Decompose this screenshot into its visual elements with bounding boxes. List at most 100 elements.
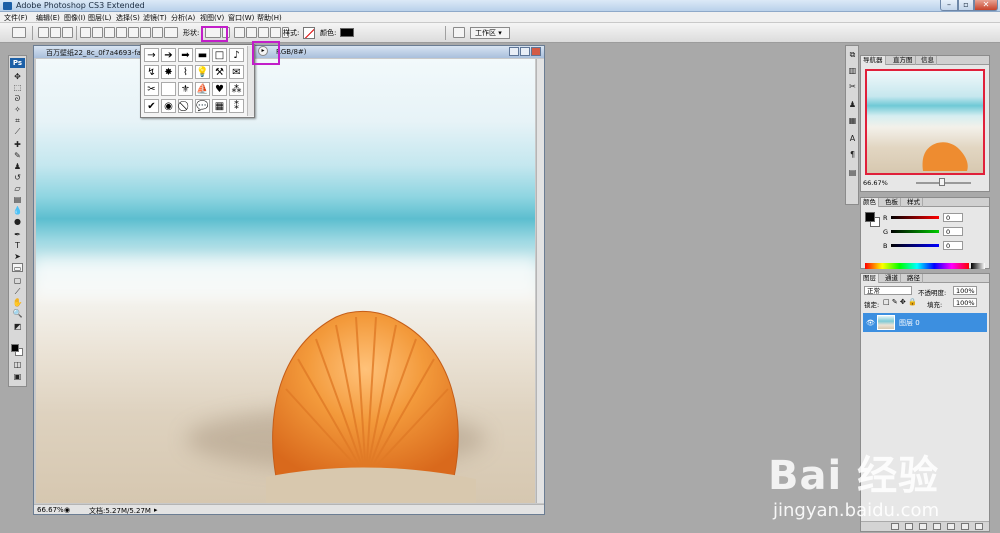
adjustment-layer-icon[interactable] (933, 523, 941, 530)
shape-cell[interactable]: ↯ (144, 65, 159, 79)
image-canvas[interactable] (36, 59, 535, 503)
fill-pixels-button[interactable] (62, 27, 73, 38)
paths-button[interactable] (50, 27, 61, 38)
foreground-color-swatch[interactable] (11, 344, 19, 352)
rounded-rect-tool-icon[interactable] (116, 27, 127, 38)
tab-swatches[interactable]: 色板 (883, 198, 901, 207)
subtract-shape-icon[interactable] (258, 27, 269, 38)
slice-tool-icon[interactable]: ⟋ (12, 127, 23, 136)
layer-mask-icon[interactable] (919, 523, 927, 530)
shape-cell[interactable]: ▬ (195, 48, 210, 62)
grayscale-ramp[interactable] (971, 263, 985, 269)
menu-select[interactable]: 选择(S) (116, 13, 140, 23)
menu-help[interactable]: 帮助(H) (257, 13, 282, 23)
rectangle-tool-icon[interactable] (104, 27, 115, 38)
shape-cell[interactable]: ⚒ (212, 65, 227, 79)
shape-layers-button[interactable] (38, 27, 49, 38)
lock-icons[interactable]: □ ✎ ✥ 🔒 (883, 298, 917, 306)
tab-channels[interactable]: 通道 (883, 274, 901, 283)
status-menu-arrow[interactable]: ▸ (154, 506, 158, 514)
type-tool-icon[interactable]: T (12, 241, 23, 250)
shape-cell[interactable]: ✸ (161, 65, 176, 79)
color-panel-foreground[interactable] (865, 212, 875, 222)
pen-tool-icon[interactable] (80, 27, 91, 38)
shape-cell[interactable]: ♥ (212, 82, 227, 96)
character-dock-icon[interactable]: A (848, 134, 857, 143)
shape-cell[interactable]: ✂ (144, 82, 159, 96)
ellipse-tool-icon[interactable] (128, 27, 139, 38)
tab-styles[interactable]: 样式 (905, 198, 923, 207)
shape-cell[interactable]: ♪ (229, 48, 244, 62)
shape-cell[interactable]: □ (212, 48, 227, 62)
green-slider[interactable] (891, 230, 939, 233)
shape-cell[interactable]: ⛵ (195, 82, 210, 96)
shape-cell[interactable]: ⁑ (229, 99, 244, 113)
menu-filter[interactable]: 滤镜(T) (143, 13, 167, 23)
tool-presets-dock-icon[interactable]: ▦ (848, 116, 857, 125)
doc-minimize-button[interactable] (509, 47, 519, 56)
minimize-button[interactable]: – (940, 0, 958, 11)
layer-style-icon[interactable] (905, 523, 913, 530)
tool-preset-picker[interactable] (12, 27, 26, 38)
path-selection-icon[interactable]: ➤ (12, 252, 23, 261)
shape-cell[interactable]: ⃠ (178, 99, 193, 113)
navigator-zoom-knob[interactable] (939, 178, 945, 186)
layer-name[interactable]: 图层 0 (899, 318, 920, 328)
add-to-shape-icon[interactable] (246, 27, 257, 38)
shape-cell[interactable]: 💬 (195, 99, 210, 113)
color-swatch[interactable] (340, 28, 354, 37)
navigator-zoom-value[interactable]: 66.67% (863, 179, 888, 187)
screen-mode-icon[interactable]: ▣ (12, 372, 23, 381)
clone-source-dock-icon[interactable]: ♟ (848, 100, 857, 109)
link-layers-icon[interactable] (891, 523, 899, 530)
menu-window[interactable]: 窗口(W) (228, 13, 254, 23)
red-value[interactable]: 0 (943, 213, 963, 222)
blue-value[interactable]: 0 (943, 241, 963, 250)
polygon-tool-icon[interactable] (140, 27, 151, 38)
trash-icon[interactable] (975, 523, 983, 530)
new-layer-icon[interactable] (961, 523, 969, 530)
dodge-tool-icon[interactable]: ● (12, 217, 23, 226)
histogram-dock-icon[interactable]: ▥ (848, 66, 857, 75)
layer-row[interactable]: 👁 图层 0 (863, 313, 987, 332)
navigator-preview[interactable] (865, 69, 985, 175)
tab-color[interactable]: 颜色 (861, 198, 879, 207)
brushes-dock-icon[interactable]: ✂ (848, 82, 857, 91)
menu-file[interactable]: 文件(F) (4, 13, 28, 23)
fill-field[interactable]: 100% (953, 298, 977, 307)
history-brush-icon[interactable]: ↺ (12, 173, 23, 182)
new-shape-layer-icon[interactable] (234, 27, 245, 38)
zoom-level[interactable]: 66.67% (37, 506, 64, 514)
new-group-icon[interactable] (947, 523, 955, 530)
info-dock-icon[interactable]: ▤ (848, 168, 857, 177)
shape-cell[interactable]: ➡ (178, 48, 193, 62)
doc-maximize-button[interactable] (520, 47, 530, 56)
tab-histogram[interactable]: 直方图 (891, 56, 916, 65)
opacity-field[interactable]: 100% (953, 286, 977, 295)
marquee-tool-icon[interactable]: ⬚ (12, 83, 23, 92)
menu-layer[interactable]: 图层(L) (88, 13, 111, 23)
tab-info[interactable]: 信息 (919, 56, 937, 65)
eye-icon[interactable]: 👁 (866, 319, 875, 327)
document-title-bar[interactable]: 百万壁纸22_8c_0f7a4693-fa8c-4 RGB/8#) (34, 46, 544, 58)
default-colors-icon[interactable]: ◩ (12, 322, 23, 331)
navigator-dock-icon[interactable]: ⧉ (848, 50, 857, 59)
vertical-scrollbar[interactable] (536, 59, 544, 503)
freeform-pen-icon[interactable] (92, 27, 103, 38)
lasso-tool-icon[interactable]: ᘐ (12, 94, 23, 103)
shape-cell[interactable]: ◉ (161, 99, 176, 113)
red-slider[interactable] (891, 216, 939, 219)
menu-edit[interactable]: 编辑(E) (36, 13, 60, 23)
notes-tool-icon[interactable]: ▢ (12, 276, 23, 285)
doc-close-button[interactable] (531, 47, 541, 56)
healing-brush-icon[interactable]: ✚ (12, 140, 23, 149)
clone-stamp-icon[interactable]: ♟ (12, 162, 23, 171)
green-value[interactable]: 0 (943, 227, 963, 236)
menu-view[interactable]: 视图(V) (200, 13, 224, 23)
blur-tool-icon[interactable]: 💧 (12, 206, 23, 215)
tab-paths[interactable]: 路径 (905, 274, 923, 283)
shape-cell[interactable]: ➔ (161, 48, 176, 62)
paragraph-dock-icon[interactable]: ¶ (848, 150, 857, 159)
shape-cell[interactable]: ⌇ (178, 65, 193, 79)
move-tool-icon[interactable]: ✥ (12, 72, 23, 81)
